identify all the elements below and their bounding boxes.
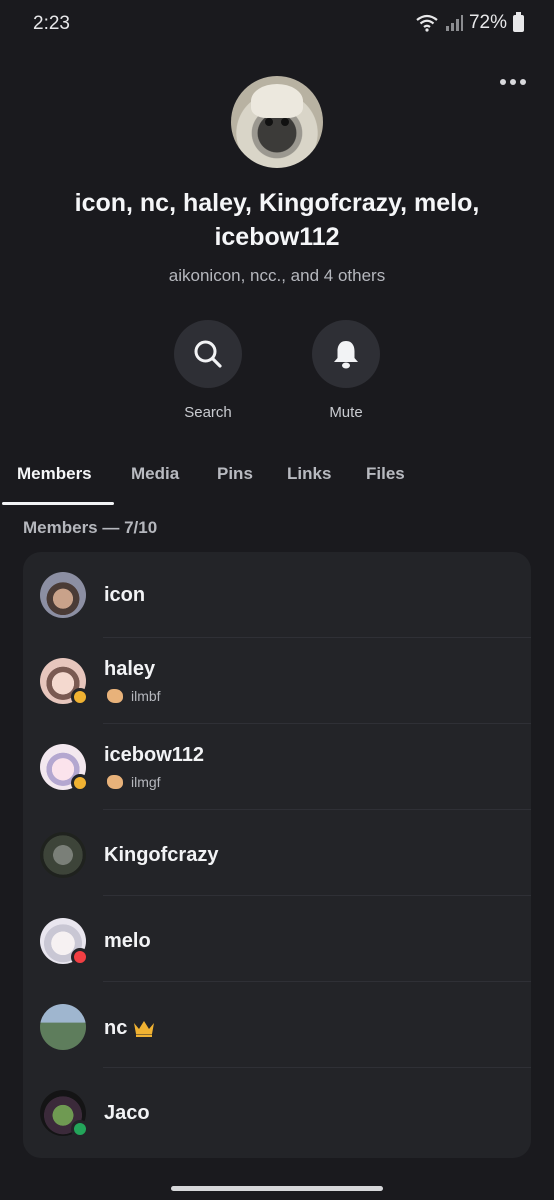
- status-time: 2:23: [33, 13, 70, 34]
- group-title: icon, nc, haley, Kingofcrazy, melo, iceb…: [74, 189, 480, 251]
- member-row-haley[interactable]: haley ilmbf: [23, 638, 531, 724]
- idle-moon-icon: [71, 774, 89, 792]
- mute-button[interactable]: [312, 320, 380, 388]
- member-row-kingofcrazy[interactable]: Kingofcrazy: [23, 810, 531, 896]
- member-name: Kingofcrazy: [104, 844, 219, 866]
- member-list: icon haley ilmbf icebow112 ilmgf Kingofc…: [23, 552, 531, 1158]
- members-section-header: Members — 7/10: [23, 518, 158, 537]
- member-row-icebow112[interactable]: icebow112 ilmgf: [23, 724, 531, 810]
- wifi-icon: [416, 14, 438, 32]
- crown-icon: [134, 1021, 154, 1037]
- member-status: ilmbf: [107, 688, 161, 704]
- mute-label: Mute: [329, 404, 363, 421]
- signal-icon: [445, 15, 463, 31]
- tab-links[interactable]: Links: [287, 464, 331, 484]
- group-subtitle: aikonicon, ncc., and 4 others: [168, 266, 386, 285]
- do-not-disturb-icon: [71, 948, 89, 966]
- avatar: [40, 832, 86, 878]
- mute-action: Mute: [296, 320, 396, 421]
- search-button[interactable]: [174, 320, 242, 388]
- battery-percent: 72%: [468, 12, 507, 33]
- search-label: Search: [184, 404, 232, 421]
- home-indicator[interactable]: [171, 1186, 383, 1191]
- member-name: haley: [104, 658, 156, 680]
- member-name: icebow112: [104, 744, 205, 766]
- search-action: Search: [158, 320, 258, 421]
- status-right: 72%: [415, 11, 524, 34]
- online-dot-icon: [71, 1120, 89, 1138]
- more-options-button[interactable]: [500, 72, 526, 92]
- tab-pins[interactable]: Pins: [217, 464, 253, 484]
- member-name: nc: [104, 1017, 128, 1039]
- member-name: Jaco: [104, 1102, 150, 1124]
- avatar: [40, 572, 86, 618]
- custom-status-emoji-icon: [107, 775, 123, 789]
- member-row-jaco[interactable]: Jaco: [23, 1068, 531, 1154]
- battery-icon: [513, 11, 524, 32]
- member-name: icon: [104, 584, 146, 606]
- search-icon: [194, 340, 222, 368]
- member-row-nc[interactable]: nc: [23, 982, 531, 1068]
- tab-media[interactable]: Media: [131, 464, 179, 484]
- idle-moon-icon: [71, 688, 89, 706]
- tab-members[interactable]: Members: [17, 464, 92, 484]
- group-avatar[interactable]: [231, 76, 323, 168]
- custom-status-emoji-icon: [107, 689, 123, 703]
- member-row-melo[interactable]: melo: [23, 896, 531, 982]
- member-row-icon[interactable]: icon: [23, 552, 531, 638]
- tab-files[interactable]: Files: [366, 464, 405, 484]
- member-status: ilmgf: [107, 774, 161, 790]
- tab-bar: Members Media Pins Links Files: [0, 458, 554, 506]
- status-bar: 2:23 72%: [0, 0, 554, 50]
- member-name: melo: [104, 930, 151, 952]
- avatar: [40, 1004, 86, 1050]
- active-tab-indicator: [2, 502, 114, 505]
- bell-icon: [334, 341, 358, 369]
- more-horizontal-icon: [500, 79, 506, 85]
